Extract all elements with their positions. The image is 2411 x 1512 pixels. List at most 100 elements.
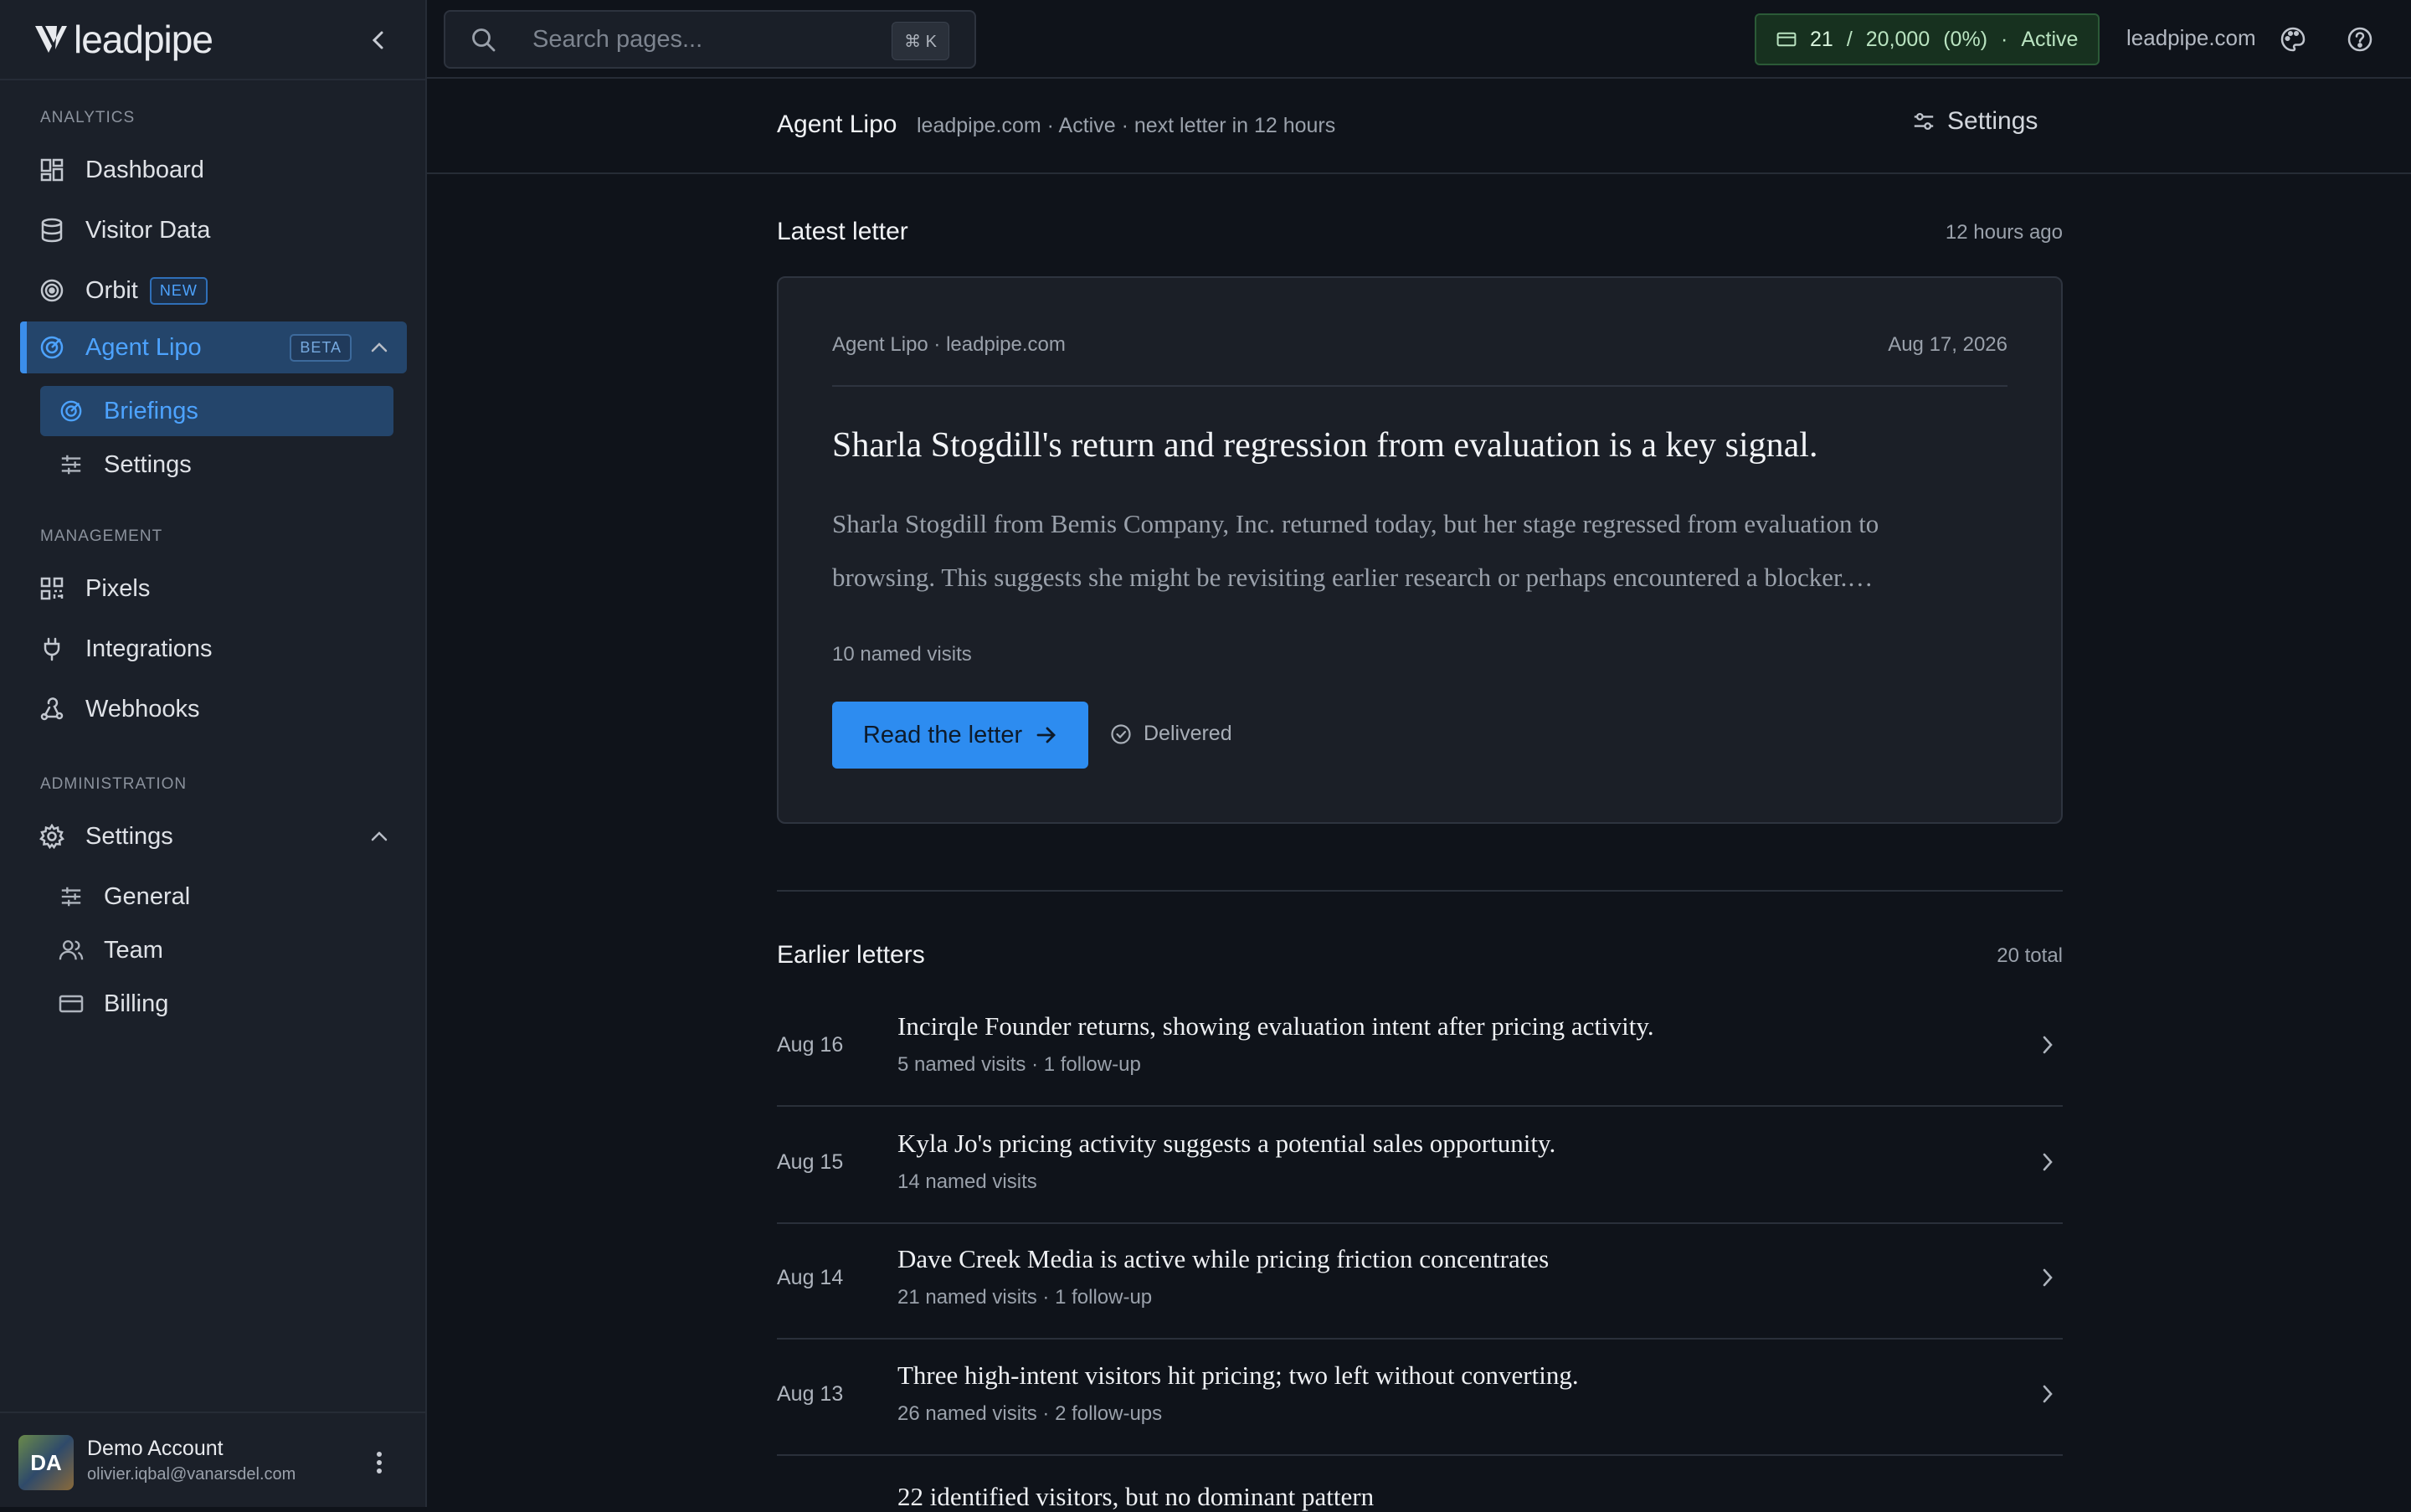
letter-row-title: Three high-intent visitors hit pricing; …: [897, 1360, 1579, 1390]
page-subtitle: leadpipe.com · Active · next letter in 1…: [917, 114, 1336, 137]
earlier-letters-heading: Earlier letters: [777, 941, 925, 969]
plug-icon: [39, 635, 65, 662]
section-label-administration: ADMINISTRATION: [40, 775, 188, 793]
divider: [832, 385, 2007, 387]
new-badge: NEW: [149, 276, 208, 305]
letter-row-meta: 26 named visits · 2 follow-ups: [897, 1402, 1163, 1425]
letter-row[interactable]: Aug 13 Three high-intent visitors hit pr…: [777, 1340, 2063, 1456]
chevron-right-icon: [2041, 1382, 2054, 1406]
sidebar-item-agent-lipo[interactable]: Agent Lipo BETA: [20, 321, 407, 373]
chevron-right-icon: [2041, 1266, 2054, 1289]
letter-row-title: 22 identified visitors, but no dominant …: [897, 1482, 1375, 1511]
sidebar-item-label: Webhooks: [85, 695, 200, 723]
usage-separator: ·: [2001, 27, 2008, 51]
sidebar-item-orbit[interactable]: Orbit NEW: [20, 265, 407, 316]
arrow-right-icon: [1036, 726, 1057, 744]
letter-row-meta: 21 named visits · 1 follow-up: [897, 1286, 1153, 1309]
letter-row-date: Aug 13: [777, 1382, 844, 1406]
sidebar-item-label: Billing: [104, 990, 169, 1017]
sidebar-divider: [0, 79, 425, 80]
chevron-right-icon: [2041, 1150, 2054, 1174]
latest-letter-card: Agent Lipo · leadpipe.com Aug 17, 2026 S…: [777, 276, 2063, 824]
sidebar-item-briefings[interactable]: Briefings: [40, 386, 393, 436]
chevron-up-icon: [370, 342, 388, 353]
sidebar-item-label: General: [104, 882, 191, 910]
letter-row-date: Aug 16: [777, 1033, 844, 1057]
active-indicator: [20, 321, 27, 373]
radar-icon: [59, 399, 84, 424]
collapse-sidebar-button[interactable]: [363, 23, 393, 57]
sidebar-item-label: Pixels: [85, 574, 151, 602]
sidebar-item-visitor-data[interactable]: Visitor Data: [20, 204, 407, 256]
latest-letter-heading: Latest letter: [777, 218, 908, 245]
delivery-status-label: Delivered: [1144, 722, 1232, 745]
sidebar-item-billing[interactable]: Billing: [40, 979, 393, 1029]
sidebar-item-team[interactable]: Team: [40, 925, 393, 975]
check-circle-icon: [1110, 723, 1132, 745]
sliders-icon: [59, 452, 84, 477]
sidebar-item-integrations[interactable]: Integrations: [20, 623, 407, 675]
sidebar-item-webhooks[interactable]: Webhooks: [20, 683, 407, 735]
sidebar-item-dashboard[interactable]: Dashboard: [20, 144, 407, 196]
sidebar-item-label: Visitor Data: [85, 216, 211, 244]
letter-row[interactable]: Aug 14 Dave Creek Media is active while …: [777, 1224, 2063, 1340]
webhook-icon: [39, 696, 65, 723]
sidebar-item-settings[interactable]: Settings: [20, 810, 407, 862]
database-icon: [39, 217, 65, 244]
delivery-status: Delivered: [1110, 722, 1232, 746]
radar-icon: [39, 334, 65, 361]
more-vertical-icon[interactable]: [367, 1443, 392, 1482]
usage-indicator[interactable]: 21 / 20,000 (0%) · Active: [1755, 13, 2100, 65]
usage-percent: (0%): [1943, 27, 1988, 51]
read-letter-label: Read the letter: [862, 721, 1023, 748]
sidebar-item-label: Team: [104, 936, 163, 964]
credit-card-icon: [1776, 31, 1797, 48]
usage-used: 21: [1810, 27, 1833, 51]
beta-badge: BETA: [290, 333, 352, 362]
sidebar-item-agent-settings[interactable]: Settings: [40, 440, 393, 490]
topbar: Search pages... ⌘ K 21 / 20,000 (0%) · A…: [427, 0, 2411, 79]
help-icon[interactable]: [2344, 23, 2376, 55]
domain-selector[interactable]: leadpipe.com: [2126, 25, 2256, 51]
letter-row[interactable]: 22 identified visitors, but no dominant …: [777, 1457, 2063, 1511]
dashboard-icon: [39, 157, 65, 183]
search-icon: [470, 27, 497, 54]
read-letter-button[interactable]: Read the letter: [832, 702, 1088, 769]
letter-row-title: Kyla Jo's pricing activity suggests a po…: [897, 1129, 1556, 1158]
letter-row-meta: 5 named visits · 1 follow-up: [897, 1053, 1141, 1076]
users-icon: [59, 938, 84, 963]
logo-text: leadpipe: [74, 18, 213, 61]
page-header: Agent Lipo leadpipe.com · Active · next …: [427, 79, 2411, 174]
credit-card-icon: [59, 991, 84, 1016]
letter-visits: 10 named visits: [832, 643, 972, 666]
leadpipe-logo-icon: [35, 26, 67, 53]
logo[interactable]: leadpipe: [33, 18, 213, 61]
gear-icon: [39, 823, 65, 850]
sliders-icon: [1912, 110, 1935, 133]
letter-row[interactable]: Aug 16 Incirqle Founder returns, showing…: [777, 991, 2063, 1107]
letter-row-date: Aug 15: [777, 1150, 844, 1174]
letter-row[interactable]: Aug 15 Kyla Jo's pricing activity sugges…: [777, 1108, 2063, 1224]
sidebar-item-label: Settings: [104, 450, 192, 478]
letter-row-meta: 14 named visits: [897, 1170, 1037, 1193]
section-label-analytics: ANALYTICS: [40, 109, 136, 126]
settings-button[interactable]: Settings: [1912, 107, 2038, 136]
letter-meta: Agent Lipo · leadpipe.com: [832, 333, 1066, 356]
palette-icon[interactable]: [2277, 23, 2309, 55]
sidebar-item-general[interactable]: General: [40, 872, 393, 922]
sidebar-item-pixels[interactable]: Pixels: [20, 563, 407, 615]
letter-row-title: Incirqle Founder returns, showing evalua…: [897, 1011, 1654, 1041]
qr-code-icon: [39, 575, 65, 602]
sidebar-item-label: Agent Lipo: [85, 333, 202, 361]
sidebar-item-label: Orbit: [85, 276, 138, 304]
chevron-right-icon: [2041, 1033, 2054, 1057]
account-panel[interactable]: DA Demo Account olivier.iqbal@vanarsdel.…: [0, 1412, 425, 1509]
search-input[interactable]: Search pages... ⌘ K: [444, 10, 976, 69]
earlier-letters-count: 20 total: [1997, 944, 2063, 967]
chevron-up-icon[interactable]: [370, 831, 388, 842]
letter-headline: Sharla Stogdill's return and regression …: [832, 426, 1818, 465]
sidebar: leadpipe ANALYTICS Dashboard Visitor Dat…: [0, 0, 427, 1507]
account-name: Demo Account: [87, 1437, 224, 1460]
chevron-left-icon: [372, 31, 383, 49]
letter-excerpt: Sharla Stogdill from Bemis Company, Inc.…: [832, 509, 1879, 592]
